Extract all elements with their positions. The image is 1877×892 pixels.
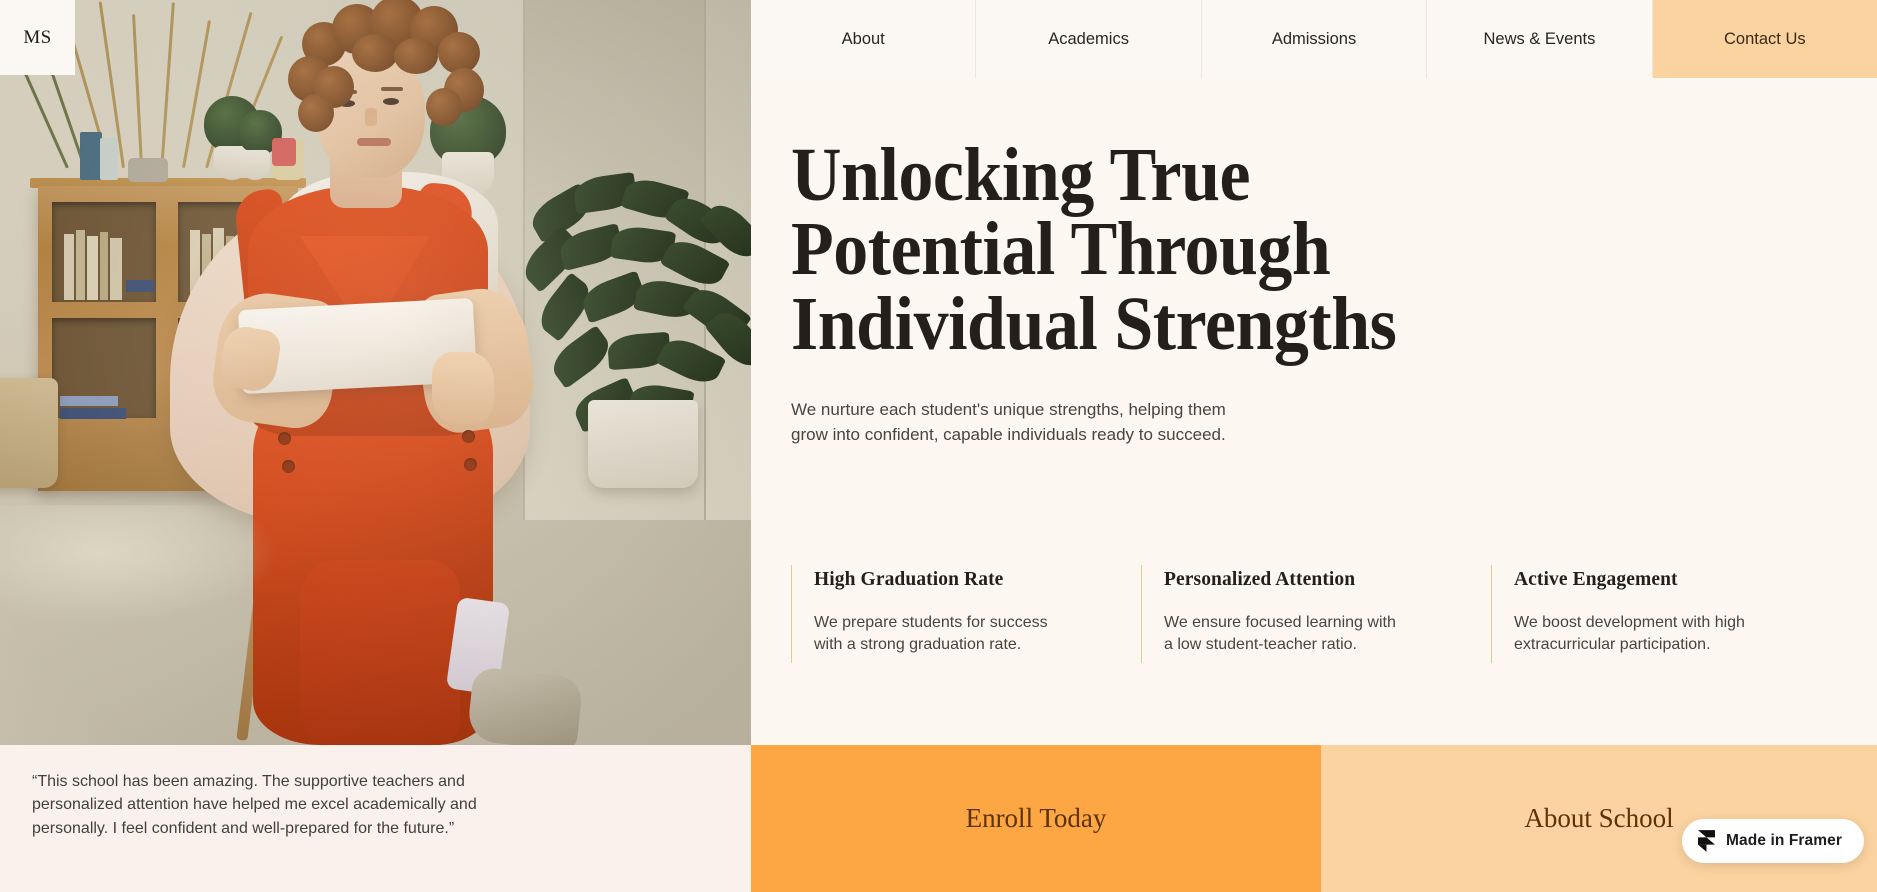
main-navigation: About Academics Admissions News & Events… — [751, 0, 1877, 78]
nav-item-news-events[interactable]: News & Events — [1426, 0, 1652, 78]
feature-item-graduation-rate: High Graduation Rate We prepare students… — [791, 565, 1141, 663]
feature-title: Active Engagement — [1514, 569, 1678, 590]
nav-item-academics[interactable]: Academics — [975, 0, 1201, 78]
nav-item-admissions[interactable]: Admissions — [1200, 0, 1427, 78]
nav-item-contact-us[interactable]: Contact Us — [1651, 0, 1877, 78]
nav-label-admissions: Admissions — [1271, 29, 1357, 48]
feature-desc-line-1: We prepare students for success — [814, 614, 1048, 631]
hero-title-line-3: Individual Strengths — [791, 281, 1397, 366]
feature-desc-line-1: We ensure focused learning with — [1164, 614, 1396, 631]
feature-item-personalized-attention: Personalized Attention We ensure focused… — [1141, 565, 1491, 663]
photo-overall-button-a — [278, 432, 291, 445]
testimonial-line-3: personally. I feel confident and well-pr… — [32, 819, 455, 837]
hero-subtitle-line-2: grow into confident, capable individuals… — [791, 424, 1226, 444]
page-title: Unlocking True Potential Through Individ… — [791, 137, 1766, 362]
hero-subtitle: We nurture each student's unique strengt… — [791, 398, 1391, 447]
feature-desc-line-2: with a strong graduation rate. — [814, 636, 1022, 654]
photo-overall-button-d — [464, 458, 477, 471]
hero-title-line-1: Unlocking True — [791, 133, 1251, 217]
feature-title: High Graduation Rate — [814, 569, 1004, 590]
nav-label-news-events: News & Events — [1483, 29, 1596, 48]
about-school-label: About School — [1524, 803, 1674, 833]
photo-basket — [0, 378, 58, 488]
logo[interactable]: MS — [0, 0, 75, 75]
feature-description: We ensure focused learning with a low st… — [1164, 612, 1491, 657]
hero-title-line-2: Potential Through — [791, 207, 1331, 292]
nav-label-about: About — [841, 29, 885, 48]
photo-overall-button-b — [282, 460, 295, 473]
bottom-bar: “This school has been amazing. The suppo… — [0, 745, 1877, 892]
nav-label-contact-us: Contact Us — [1724, 29, 1806, 48]
photo-overall-button-c — [462, 430, 475, 443]
photo-person-pants-lower — [300, 560, 460, 745]
feature-description: We boost development with high extracurr… — [1514, 612, 1841, 657]
enroll-today-label: Enroll Today — [965, 803, 1107, 833]
photo-person-hand-right — [432, 352, 494, 424]
logo-text: MS — [23, 26, 52, 48]
photo-monstera-pot — [588, 400, 698, 488]
feature-title: Personalized Attention — [1164, 569, 1356, 590]
feature-description: We prepare students for success with a s… — [814, 612, 1141, 657]
feature-list: High Graduation Rate We prepare students… — [791, 565, 1841, 663]
hero-image — [0, 0, 751, 745]
feature-desc-line-2: a low student-teacher ratio. — [1164, 636, 1357, 654]
hero-content-panel: Unlocking True Potential Through Individ… — [751, 78, 1877, 745]
made-in-framer-label: Made in Framer — [1726, 832, 1842, 849]
feature-item-active-engagement: Active Engagement We boost development w… — [1491, 565, 1841, 663]
photo-person-hair — [248, 0, 484, 152]
feature-desc-line-2: extracurricular participation. — [1514, 636, 1711, 654]
made-in-framer-badge[interactable]: Made in Framer — [1682, 819, 1864, 863]
hero-subtitle-line-1: We nurture each student's unique strengt… — [791, 400, 1226, 419]
feature-desc-line-1: We boost development with high — [1514, 614, 1745, 631]
nav-item-about[interactable]: About — [751, 0, 976, 78]
framer-icon — [1698, 830, 1716, 852]
nav-label-academics: Academics — [1048, 29, 1129, 48]
testimonial-quote: “This school has been amazing. The suppo… — [0, 745, 751, 892]
enroll-today-button[interactable]: Enroll Today — [751, 745, 1321, 892]
testimonial-line-2: personalized attention have helped me ex… — [32, 796, 477, 814]
photo-light-patch — [0, 505, 280, 625]
photo-pot-b — [240, 150, 270, 180]
testimonial-line-1: “This school has been amazing. The suppo… — [32, 773, 465, 790]
photo-person-shoe — [466, 666, 584, 745]
hero-landing-page: MS About Academics Admissions News & Eve… — [0, 0, 1877, 892]
